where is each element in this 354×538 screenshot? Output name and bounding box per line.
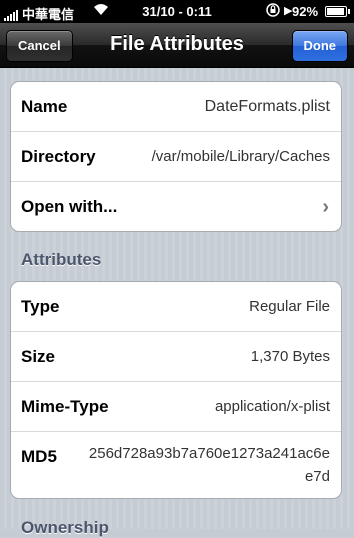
- name-label: Name: [21, 97, 68, 116]
- name-row: Name DateFormats.plist: [11, 82, 341, 131]
- directory-value: /var/mobile/Library/Caches: [151, 148, 330, 165]
- orientation-lock-icon: [266, 3, 280, 20]
- mime-type-value: application/x-plist: [214, 398, 330, 415]
- directory-label: Directory: [21, 147, 96, 166]
- attributes-section-header: Attributes: [21, 250, 102, 269]
- open-with-row[interactable]: Open with... ›: [11, 181, 341, 231]
- battery-percent: 92%: [292, 4, 319, 19]
- size-row: Size 1,370 Bytes: [11, 331, 341, 381]
- type-value: Regular File: [249, 298, 330, 315]
- attributes-group: Type Regular File Size 1,370 Bytes Mime-…: [10, 281, 342, 499]
- name-value: DateFormats.plist: [204, 98, 330, 115]
- battery-icon: [325, 6, 350, 17]
- size-label: Size: [21, 347, 56, 366]
- mime-type-row: Mime-Type application/x-plist: [11, 381, 341, 431]
- directory-row: Directory /var/mobile/Library/Caches: [11, 131, 341, 181]
- file-info-group: Name DateFormats.plist Directory /var/mo…: [10, 81, 342, 232]
- battery-fill: [327, 8, 344, 15]
- type-row: Type Regular File: [11, 282, 341, 331]
- chevron-right-icon: ›: [322, 196, 329, 218]
- md5-label: MD5: [21, 447, 57, 466]
- size-value: 1,370 Bytes: [250, 348, 330, 365]
- ownership-section-header: Ownership: [21, 518, 109, 537]
- status-bar: 中華電信 31/10 - 0:11 ▶ 92%: [0, 0, 354, 23]
- done-button[interactable]: Done: [291, 30, 348, 62]
- navigation-bar: Cancel File Attributes Done: [0, 23, 354, 68]
- type-label: Type: [21, 297, 60, 316]
- mime-type-label: Mime-Type: [21, 397, 109, 416]
- md5-value: 256d728a93b7a760e1273a241ac6ee7d: [88, 445, 330, 485]
- open-with-label: Open with...: [21, 197, 118, 216]
- md5-row: MD5 256d728a93b7a760e1273a241ac6ee7d: [11, 431, 341, 498]
